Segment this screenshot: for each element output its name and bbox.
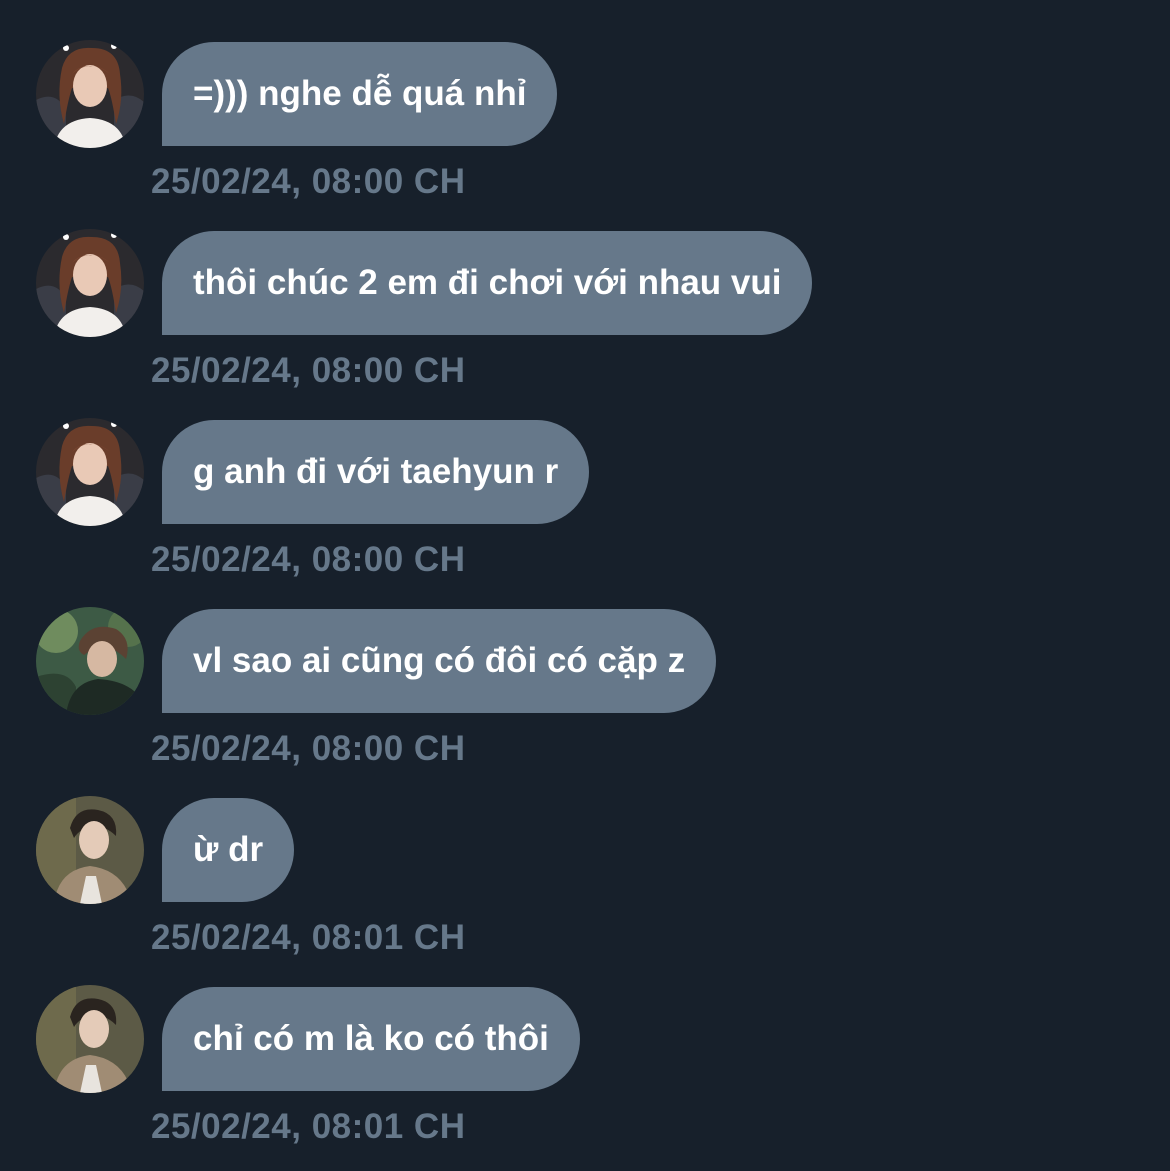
message-row: ừ dr 25/02/24, 08:01 CH xyxy=(0,756,1170,957)
sender-avatar[interactable] xyxy=(36,229,144,337)
avatar-photo-user-3 xyxy=(36,796,144,904)
message-bubble[interactable]: =))) nghe dễ quá nhỉ xyxy=(162,42,558,146)
message-row: thôi chúc 2 em đi chơi với nhau vui 25/0… xyxy=(0,189,1170,390)
sender-avatar[interactable] xyxy=(36,607,144,715)
avatar-photo-user-3 xyxy=(36,985,144,1093)
message-row: vl sao ai cũng có đôi có cặp z 25/02/24,… xyxy=(0,567,1170,768)
message-bubble[interactable]: chỉ có m là ko có thôi xyxy=(162,987,580,1091)
message-bubble[interactable]: vl sao ai cũng có đôi có cặp z xyxy=(162,609,717,713)
avatar-photo-user-1 xyxy=(36,418,144,526)
message-bubble[interactable]: thôi chúc 2 em đi chơi với nhau vui xyxy=(162,231,813,335)
message-timestamp: 25/02/24, 08:01 CH xyxy=(151,1107,466,1146)
message-thread: =))) nghe dễ quá nhỉ 25/02/24, 08:00 CH … xyxy=(0,0,1170,1171)
message-row: chỉ có m là ko có thôi 25/02/24, 08:01 C… xyxy=(0,945,1170,1146)
sender-avatar[interactable] xyxy=(36,985,144,1093)
message-row: =))) nghe dễ quá nhỉ 25/02/24, 08:00 CH xyxy=(0,0,1170,201)
message-row: g anh đi với taehyun r 25/02/24, 08:00 C… xyxy=(0,378,1170,579)
sender-avatar[interactable] xyxy=(36,40,144,148)
sender-avatar[interactable] xyxy=(36,796,144,904)
avatar-photo-user-1 xyxy=(36,229,144,337)
message-bubble[interactable]: g anh đi với taehyun r xyxy=(162,420,590,524)
message-bubble[interactable]: ừ dr xyxy=(162,798,295,902)
sender-avatar[interactable] xyxy=(36,418,144,526)
avatar-photo-user-1 xyxy=(36,40,144,148)
avatar-photo-user-2 xyxy=(36,607,144,715)
